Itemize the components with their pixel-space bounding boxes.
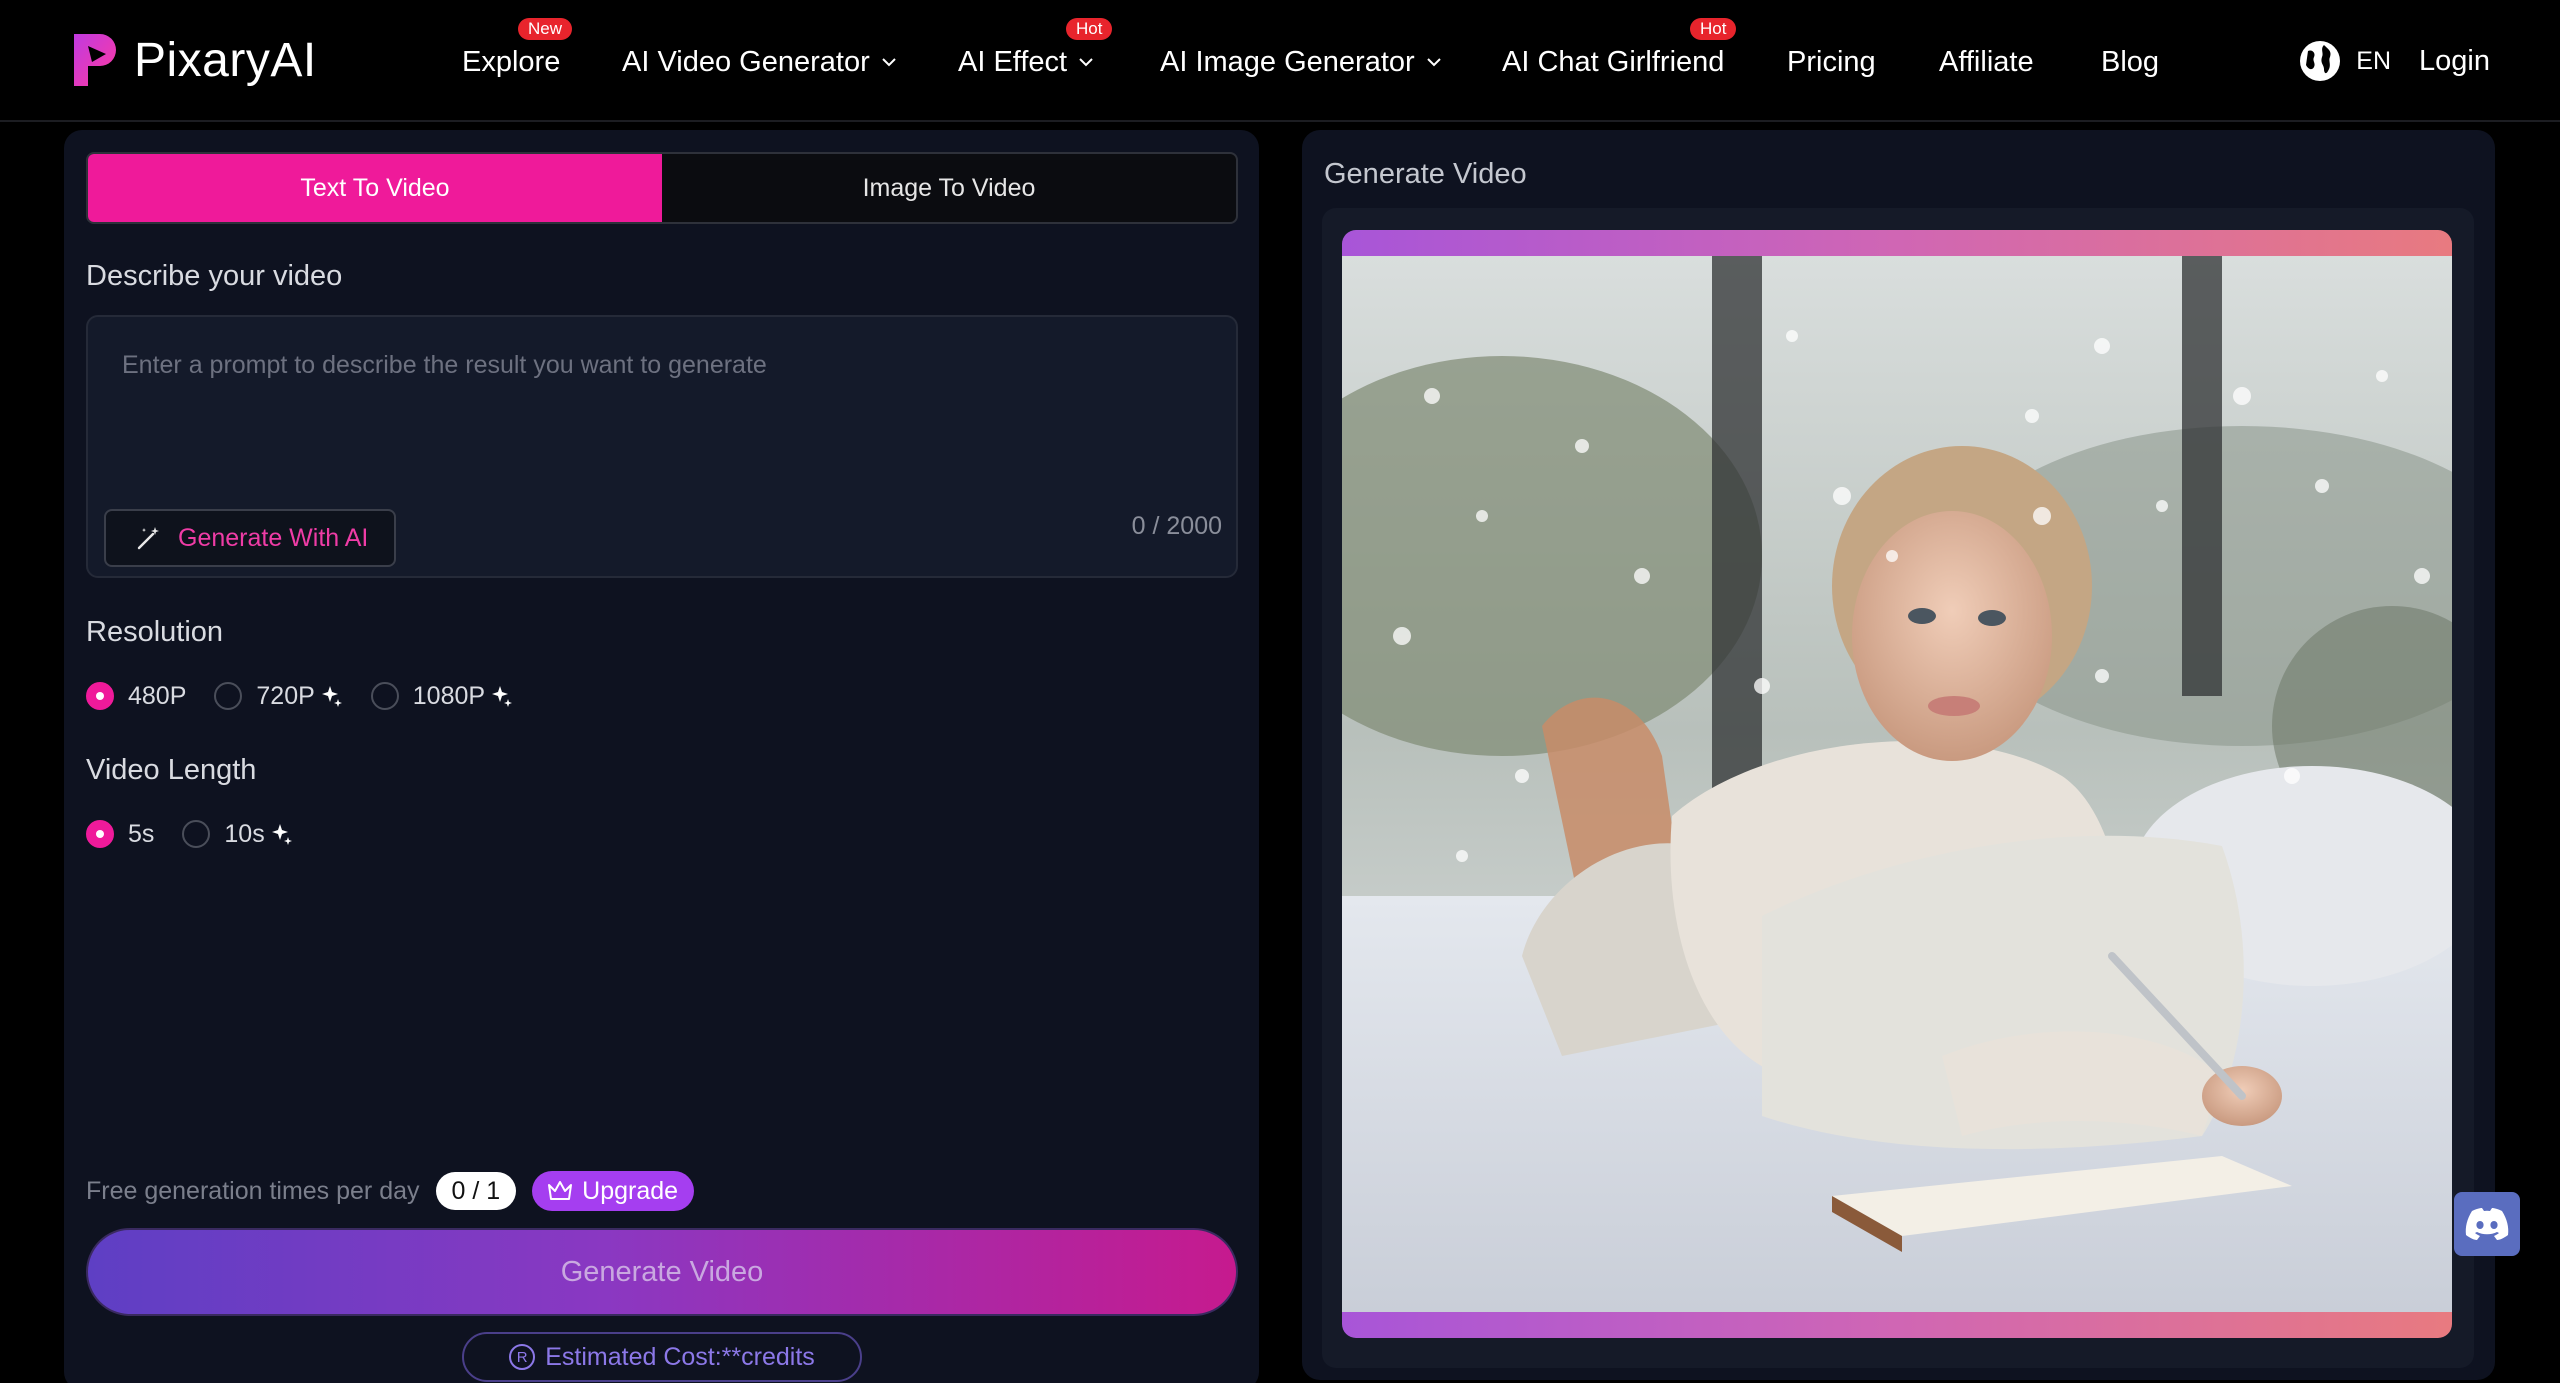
prompt-box: Generate With AI 0 / 2000	[86, 315, 1238, 578]
radio-button[interactable]	[86, 820, 114, 848]
mode-tabs: Text To Video Image To Video	[86, 152, 1238, 224]
top-navbar: PixaryAI New Explore AI Video Generator …	[0, 0, 2560, 122]
chevron-down-icon	[1426, 58, 1441, 67]
nav-ai-image-generator-label: AI Image Generator	[1160, 45, 1415, 78]
nav-affiliate[interactable]: Affiliate	[1939, 40, 2034, 84]
length-option-label: 10s	[224, 819, 265, 848]
chevron-down-icon	[882, 58, 896, 67]
sample-video-preview[interactable]	[1342, 230, 2452, 1338]
generate-with-ai-label: Generate With AI	[178, 523, 369, 552]
nav-blog-label: Blog	[2101, 45, 2160, 78]
nav-explore[interactable]: New Explore	[462, 18, 573, 84]
discord-button[interactable]	[2454, 1192, 2520, 1256]
daily-quota-row: Free generation times per day 0 / 1 Upgr…	[86, 1170, 695, 1212]
preview-title: Generate Video	[1324, 158, 1527, 190]
upgrade-button[interactable]: Upgrade	[532, 1171, 695, 1211]
sparkle-icon	[321, 686, 342, 707]
nav-ai-image-generator[interactable]: AI Image Generator	[1160, 40, 1443, 84]
nav-pricing[interactable]: Pricing	[1787, 40, 1876, 84]
sparkle-icon	[271, 824, 292, 845]
discord-icon	[2465, 1208, 2509, 1240]
quota-count-badge: 0 / 1	[435, 1172, 517, 1210]
nav-ai-chat-girlfriend-label: AI Chat Girlfriend	[1502, 45, 1725, 78]
nav-ai-effect[interactable]: Hot AI Effect	[958, 18, 1113, 84]
length-option-5s[interactable]: 5s	[86, 820, 154, 849]
nav-ai-chat-girlfriend[interactable]: Hot AI Chat Girlfriend	[1502, 18, 1737, 84]
header-actions: EN Login	[2298, 36, 2490, 86]
resolution-option-label: 1080P	[412, 681, 486, 710]
radio-button[interactable]	[182, 820, 211, 848]
generate-with-ai-button[interactable]: Generate With AI	[104, 509, 397, 567]
nav-ai-effect-label: AI Effect	[958, 45, 1068, 78]
globe-icon[interactable]	[2298, 39, 2342, 83]
nav-ai-video-generator[interactable]: AI Video Generator	[622, 40, 898, 84]
chevron-down-icon	[1079, 58, 1093, 67]
length-option-label: 5s	[128, 819, 155, 848]
resolution-options: 480P 720P 1080P	[86, 676, 541, 716]
nav-ai-video-generator-label: AI Video Generator	[622, 45, 870, 78]
tab-text-to-video[interactable]: Text To Video	[88, 154, 662, 222]
nav-pricing-label: Pricing	[1787, 45, 1876, 78]
crown-icon	[548, 1181, 573, 1200]
new-badge: New	[518, 18, 573, 40]
nav-blog[interactable]: Blog	[2101, 40, 2159, 84]
nav-explore-label: Explore	[462, 45, 561, 78]
prompt-input[interactable]	[122, 351, 1202, 431]
radio-button[interactable]	[214, 682, 243, 710]
tab-image-to-video[interactable]: Image To Video	[662, 154, 1236, 222]
estimated-cost-label: Estimated Cost:**credits	[545, 1342, 815, 1371]
generate-video-button[interactable]: Generate Video	[86, 1228, 1238, 1316]
preview-panel: Generate Video	[1302, 130, 2495, 1380]
radio-button[interactable]	[370, 682, 399, 710]
char-counter: 0 / 2000	[1131, 512, 1222, 540]
video-length-options: 5s 10s	[86, 814, 321, 854]
radio-button[interactable]	[86, 682, 114, 710]
resolution-option-label: 480P	[128, 681, 187, 710]
daily-quota-label: Free generation times per day	[86, 1176, 420, 1205]
video-length-label: Video Length	[86, 754, 257, 786]
generator-form-panel: Text To Video Image To Video Describe yo…	[64, 130, 1259, 1383]
sparkle-icon	[492, 686, 513, 707]
hot-badge: Hot	[1690, 18, 1737, 40]
resolution-option-1080p[interactable]: 1080P	[370, 681, 513, 711]
resolution-option-720p[interactable]: 720P	[214, 682, 342, 711]
upgrade-label: Upgrade	[582, 1176, 679, 1205]
estimated-cost-badge: R Estimated Cost:**credits	[462, 1332, 862, 1382]
hot-badge: Hot	[1066, 18, 1113, 40]
length-option-10s[interactable]: 10s	[182, 820, 292, 849]
login-link[interactable]: Login	[2419, 45, 2490, 78]
resolution-option-label: 720P	[256, 681, 315, 710]
credits-icon: R	[509, 1344, 536, 1370]
preview-frame	[1322, 208, 2474, 1368]
prompt-label: Describe your video	[86, 260, 343, 292]
language-selector[interactable]: EN	[2356, 47, 2391, 76]
brand-logo[interactable]: PixaryAI	[70, 30, 317, 90]
resolution-label: Resolution	[86, 616, 224, 648]
nav-affiliate-label: Affiliate	[1939, 45, 2034, 78]
sample-preview-image	[1342, 256, 2452, 1312]
magic-wand-icon	[137, 527, 159, 550]
resolution-option-480p[interactable]: 480P	[86, 682, 186, 711]
brand-name: PixaryAI	[134, 33, 317, 87]
pixary-logo-icon	[74, 34, 116, 86]
